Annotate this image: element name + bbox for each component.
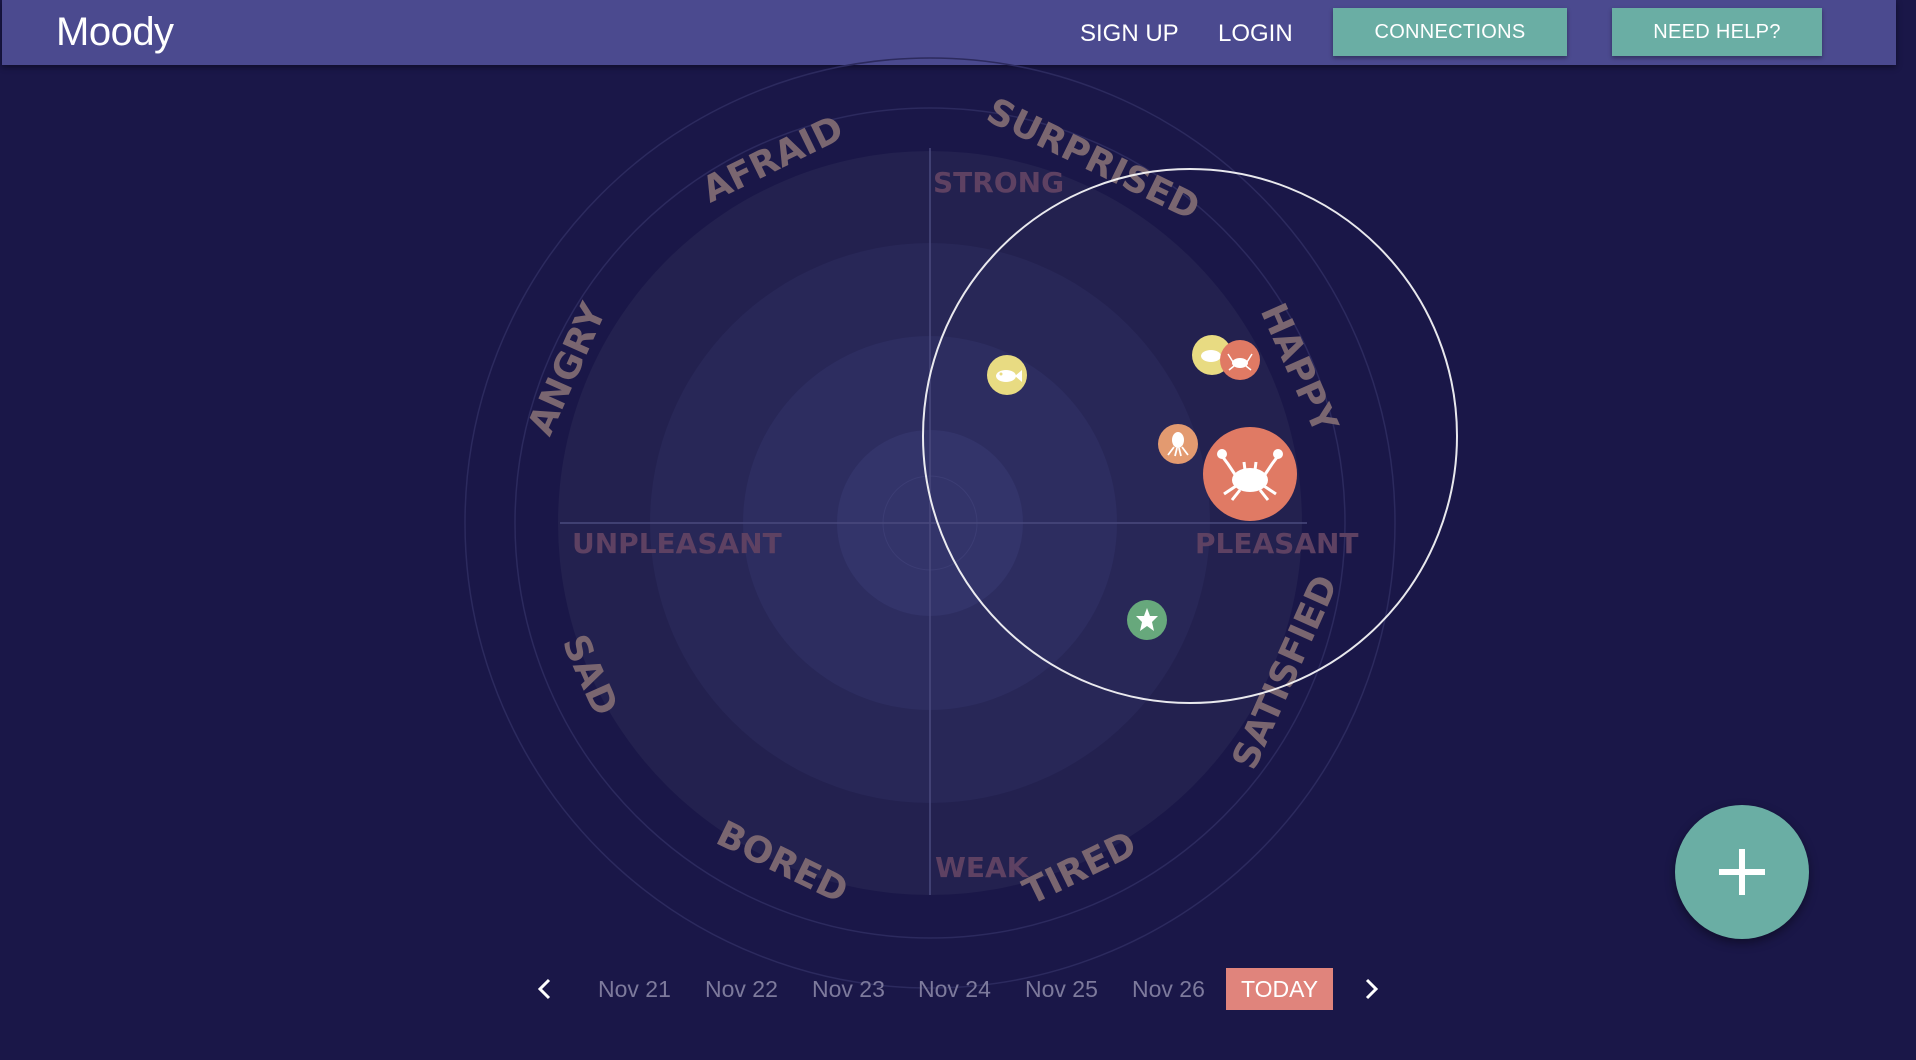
- mood-marker[interactable]: [987, 355, 1027, 395]
- timeline-date[interactable]: Nov 21: [598, 968, 671, 1010]
- mood-marker[interactable]: [1158, 424, 1198, 464]
- mood-marker[interactable]: [1127, 600, 1167, 640]
- timeline-date[interactable]: Nov 24: [918, 968, 991, 1010]
- timeline-today[interactable]: TODAY: [1226, 968, 1333, 1010]
- axis-label-weak: WEAK: [935, 851, 1030, 884]
- mood-radar: STRONG WEAK UNPLEASANT PLEASANT AFRAID S…: [464, 57, 1458, 989]
- date-timeline: Nov 21 Nov 22 Nov 23 Nov 24 Nov 25 Nov 2…: [520, 968, 1400, 1012]
- mood-marker[interactable]: [1203, 427, 1297, 521]
- timeline-date[interactable]: Nov 25: [1025, 968, 1098, 1010]
- chevron-right-icon[interactable]: [1356, 974, 1386, 1004]
- axis-label-strong: STRONG: [933, 166, 1064, 199]
- chevron-left-icon[interactable]: [530, 974, 560, 1004]
- axis-label-pleasant: PLEASANT: [1195, 527, 1359, 560]
- plus-icon: [1719, 849, 1765, 895]
- axis-label-unpleasant: UNPLEASANT: [572, 527, 782, 560]
- add-mood-button[interactable]: [1675, 805, 1809, 939]
- timeline-date[interactable]: Nov 22: [705, 968, 778, 1010]
- mood-marker[interactable]: [1220, 340, 1260, 380]
- timeline-date[interactable]: Nov 23: [812, 968, 885, 1010]
- timeline-date[interactable]: Nov 26: [1132, 968, 1205, 1010]
